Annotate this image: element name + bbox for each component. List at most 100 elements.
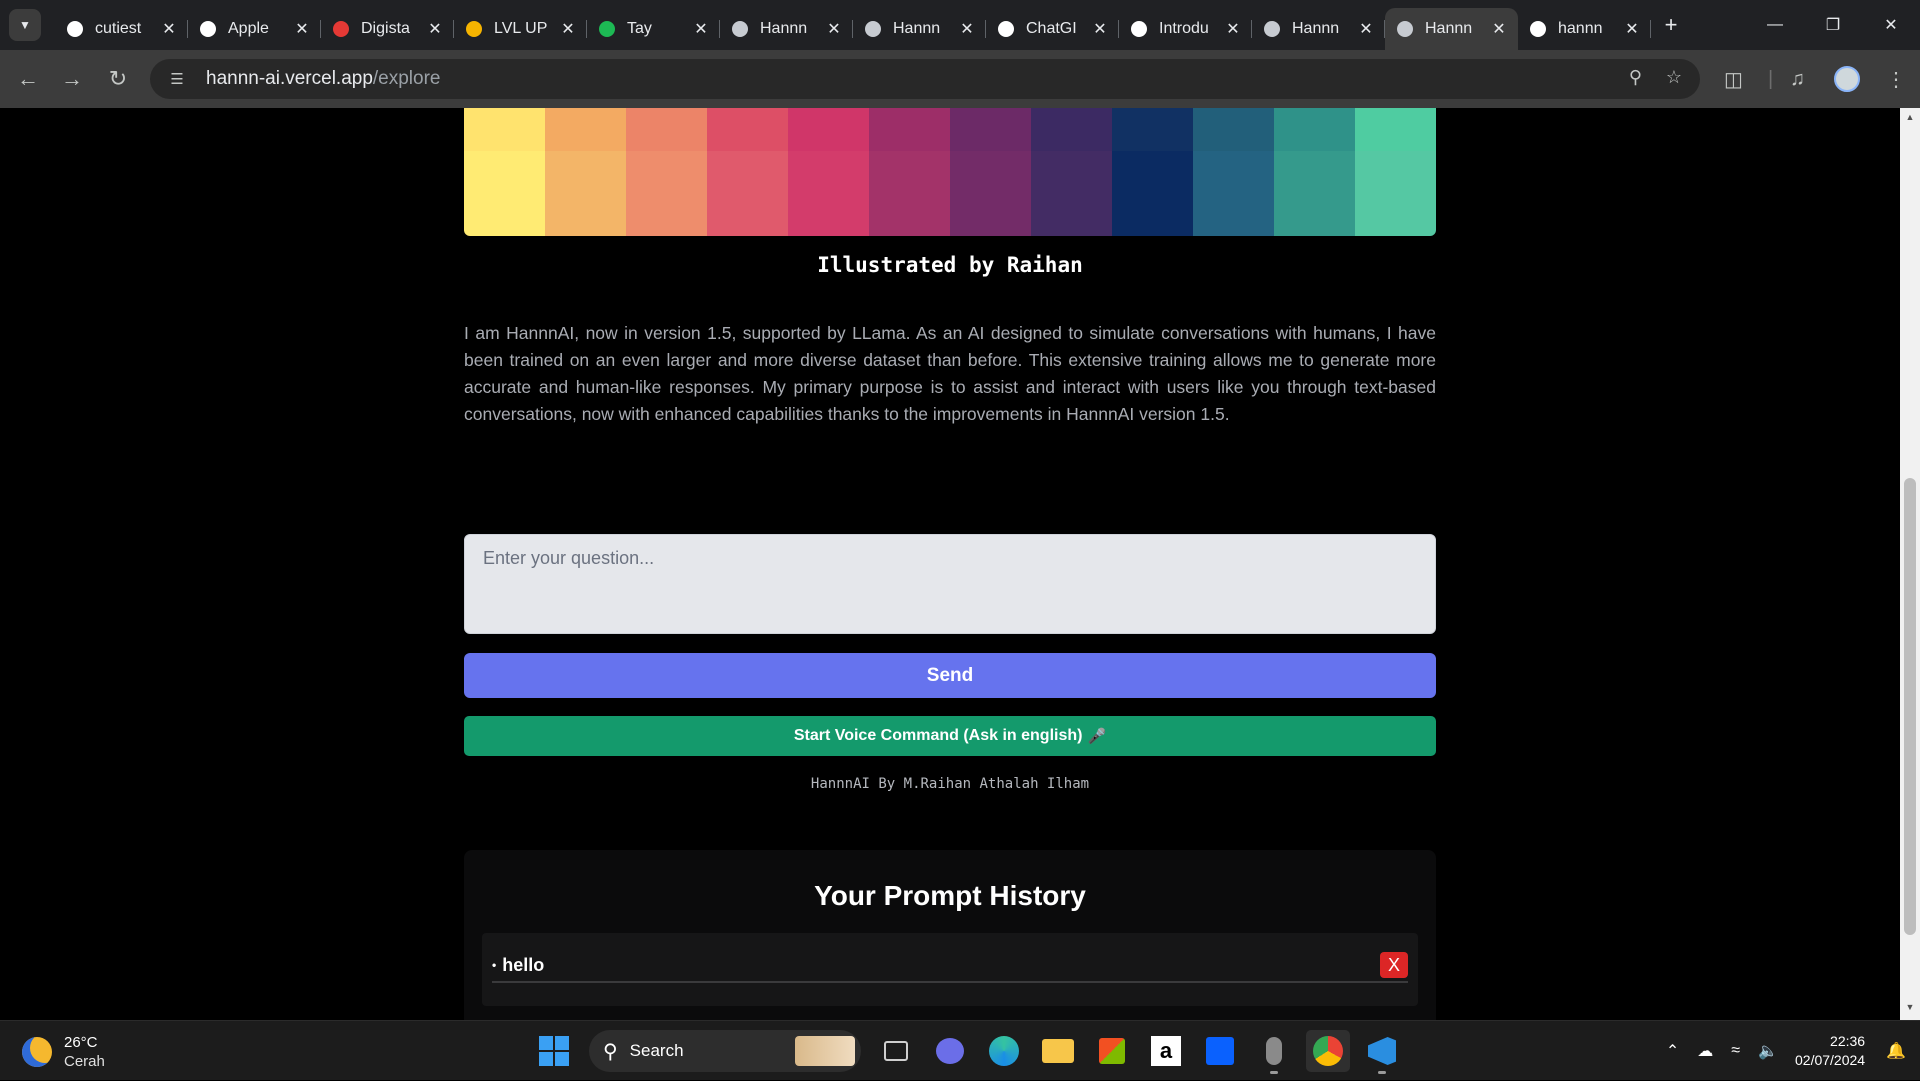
- close-tab-icon[interactable]: ✕: [293, 19, 311, 39]
- question-input[interactable]: [464, 534, 1436, 634]
- browser-tab[interactable]: ChatGI ✕: [986, 8, 1119, 50]
- browser-tab[interactable]: Hannn ✕: [853, 8, 986, 50]
- history-item[interactable]: • hello X: [492, 949, 1408, 983]
- bullet-icon: •: [492, 958, 497, 972]
- start-button[interactable]: [532, 1030, 576, 1072]
- media-control-icon[interactable]: ♫: [1790, 50, 1805, 108]
- palette-swatch: [464, 108, 545, 236]
- notification-bell-icon[interactable]: 🔔: [1886, 1041, 1906, 1061]
- menu-kebab-icon[interactable]: ⋮: [1886, 50, 1906, 108]
- browser-tab[interactable]: Tay ✕: [587, 8, 720, 50]
- close-tab-icon[interactable]: ✕: [426, 19, 444, 39]
- file-explorer-app[interactable]: [1036, 1030, 1080, 1072]
- back-arrow-icon: ←: [17, 66, 39, 91]
- store-icon: [1099, 1038, 1125, 1064]
- edge-icon: [989, 1036, 1019, 1066]
- history-list: • hello X: [482, 933, 1418, 1006]
- tab-title: Hannn: [1425, 20, 1473, 37]
- browser-tab[interactable]: hannn ✕: [1518, 8, 1651, 50]
- search-highlight-image: [795, 1036, 855, 1066]
- search-icon: ⚲: [603, 1040, 618, 1063]
- palette-swatch: [950, 108, 1031, 236]
- tab-title: Digista: [361, 20, 410, 37]
- zoom-icon[interactable]: ⚲: [1629, 67, 1642, 88]
- close-tab-icon[interactable]: ✕: [1623, 19, 1641, 39]
- task-view-button[interactable]: [874, 1030, 918, 1072]
- intro-paragraph: I am HannnAI, now in version 1.5, suppor…: [464, 323, 1436, 424]
- window-controls: — ❐ ✕: [1746, 0, 1920, 50]
- browser-tab[interactable]: Hannn ✕: [1385, 8, 1518, 50]
- close-tab-icon[interactable]: ✕: [1490, 19, 1508, 39]
- palette-swatch-top: [1112, 108, 1193, 151]
- browser-tab[interactable]: Apple ✕: [188, 8, 321, 50]
- mouse-app[interactable]: [1252, 1030, 1296, 1074]
- tab-search-button[interactable]: ▼: [9, 9, 41, 41]
- close-tab-icon[interactable]: ✕: [692, 19, 710, 39]
- wifi-icon[interactable]: ≈: [1731, 1042, 1740, 1060]
- browser-tab[interactable]: Introdu ✕: [1119, 8, 1252, 50]
- page-scrollbar[interactable]: ▲ ▼: [1900, 108, 1920, 1020]
- back-button[interactable]: ←: [8, 59, 48, 99]
- forward-button[interactable]: →: [52, 59, 92, 99]
- gear-icon: [1397, 21, 1413, 37]
- delete-history-button[interactable]: X: [1380, 952, 1408, 978]
- onedrive-icon[interactable]: ☁: [1697, 1041, 1713, 1061]
- new-tab-button[interactable]: +: [1655, 9, 1687, 41]
- browser-tab[interactable]: cutiest ✕: [55, 8, 188, 50]
- browser-tab[interactable]: Hannn ✕: [1252, 8, 1385, 50]
- edge-app[interactable]: [982, 1030, 1026, 1072]
- scrollbar-thumb[interactable]: [1904, 478, 1916, 935]
- microphone-icon: 🎤: [1087, 728, 1107, 745]
- extensions-icon[interactable]: ◫: [1724, 50, 1743, 108]
- tab-title: LVL UP: [494, 20, 548, 37]
- tab-strip: ▼ cutiest ✕ Apple ✕ Digista ✕ LVL UP ✕ Tay ✕ Hannn…: [0, 0, 1920, 50]
- send-button[interactable]: Send: [464, 653, 1436, 698]
- show-hidden-icons-chevron-icon[interactable]: ⌃: [1666, 1041, 1679, 1061]
- close-tab-icon[interactable]: ✕: [958, 19, 976, 39]
- address-bar[interactable]: ☰ hannn-ai.vercel.app/explore ⚲ ☆: [150, 59, 1700, 99]
- taskbar-search[interactable]: ⚲ Search: [589, 1030, 861, 1072]
- system-tray: ⌃ ☁ ≈ 🔈 22:36 02/07/2024 🔔: [1657, 1021, 1920, 1081]
- close-tab-icon[interactable]: ✕: [1357, 19, 1375, 39]
- weather-widget[interactable]: 26°C Cerah: [22, 1033, 105, 1071]
- site-info-icon[interactable]: ☰: [162, 70, 192, 88]
- palette-swatch-top: [626, 108, 707, 151]
- palette-swatch-top: [869, 108, 950, 151]
- scroll-down-arrow-icon[interactable]: ▼: [1900, 1002, 1920, 1018]
- windows-logo-icon: [539, 1036, 569, 1066]
- spotify-icon: [599, 21, 615, 37]
- profile-avatar[interactable]: [1834, 50, 1860, 108]
- vscode-app[interactable]: [1360, 1030, 1404, 1074]
- browser-tab[interactable]: Hannn ✕: [720, 8, 853, 50]
- voice-command-button[interactable]: Start Voice Command (Ask in english) 🎤: [464, 716, 1436, 756]
- browser-tab[interactable]: LVL UP ✕: [454, 8, 587, 50]
- chrome-app[interactable]: [1306, 1030, 1350, 1072]
- restore-button[interactable]: ❐: [1804, 0, 1862, 50]
- close-tab-icon[interactable]: ✕: [825, 19, 843, 39]
- scroll-up-arrow-icon[interactable]: ▲: [1900, 112, 1920, 128]
- weather-temperature: 26°C: [64, 1034, 98, 1051]
- close-tab-icon[interactable]: ✕: [1091, 19, 1109, 39]
- close-tab-icon[interactable]: ✕: [1224, 19, 1242, 39]
- close-tab-icon[interactable]: ✕: [160, 19, 178, 39]
- amazon-app[interactable]: a: [1144, 1030, 1188, 1072]
- tab-title: Tay: [627, 20, 652, 37]
- reload-button[interactable]: ↻: [98, 59, 138, 99]
- bookmark-star-icon[interactable]: ☆: [1666, 67, 1682, 88]
- toolbar-divider: |: [1768, 67, 1774, 90]
- windows-taskbar: 26°C Cerah ⚲ Search a ⌃ ☁ ≈ 🔈 22:36 02/0…: [0, 1020, 1920, 1080]
- minimize-button[interactable]: —: [1746, 0, 1804, 50]
- store-app[interactable]: [1090, 1030, 1134, 1072]
- close-window-button[interactable]: ✕: [1862, 0, 1920, 50]
- palette-swatch-top: [464, 108, 545, 151]
- clock[interactable]: 22:36 02/07/2024: [1795, 1032, 1865, 1070]
- chat-icon: [936, 1038, 964, 1064]
- volume-icon[interactable]: 🔈: [1758, 1041, 1778, 1061]
- close-tab-icon[interactable]: ✕: [559, 19, 577, 39]
- browser-tab[interactable]: Digista ✕: [321, 8, 454, 50]
- meet-app[interactable]: [928, 1030, 972, 1072]
- tab-list: cutiest ✕ Apple ✕ Digista ✕ LVL UP ✕ Tay ✕ Hannn ✕ H…: [55, 8, 1651, 50]
- page-content: Illustrated by Raihan I am HannnAI, now …: [0, 108, 1900, 1020]
- palette-swatch: [788, 108, 869, 236]
- dropbox-app[interactable]: [1198, 1030, 1242, 1072]
